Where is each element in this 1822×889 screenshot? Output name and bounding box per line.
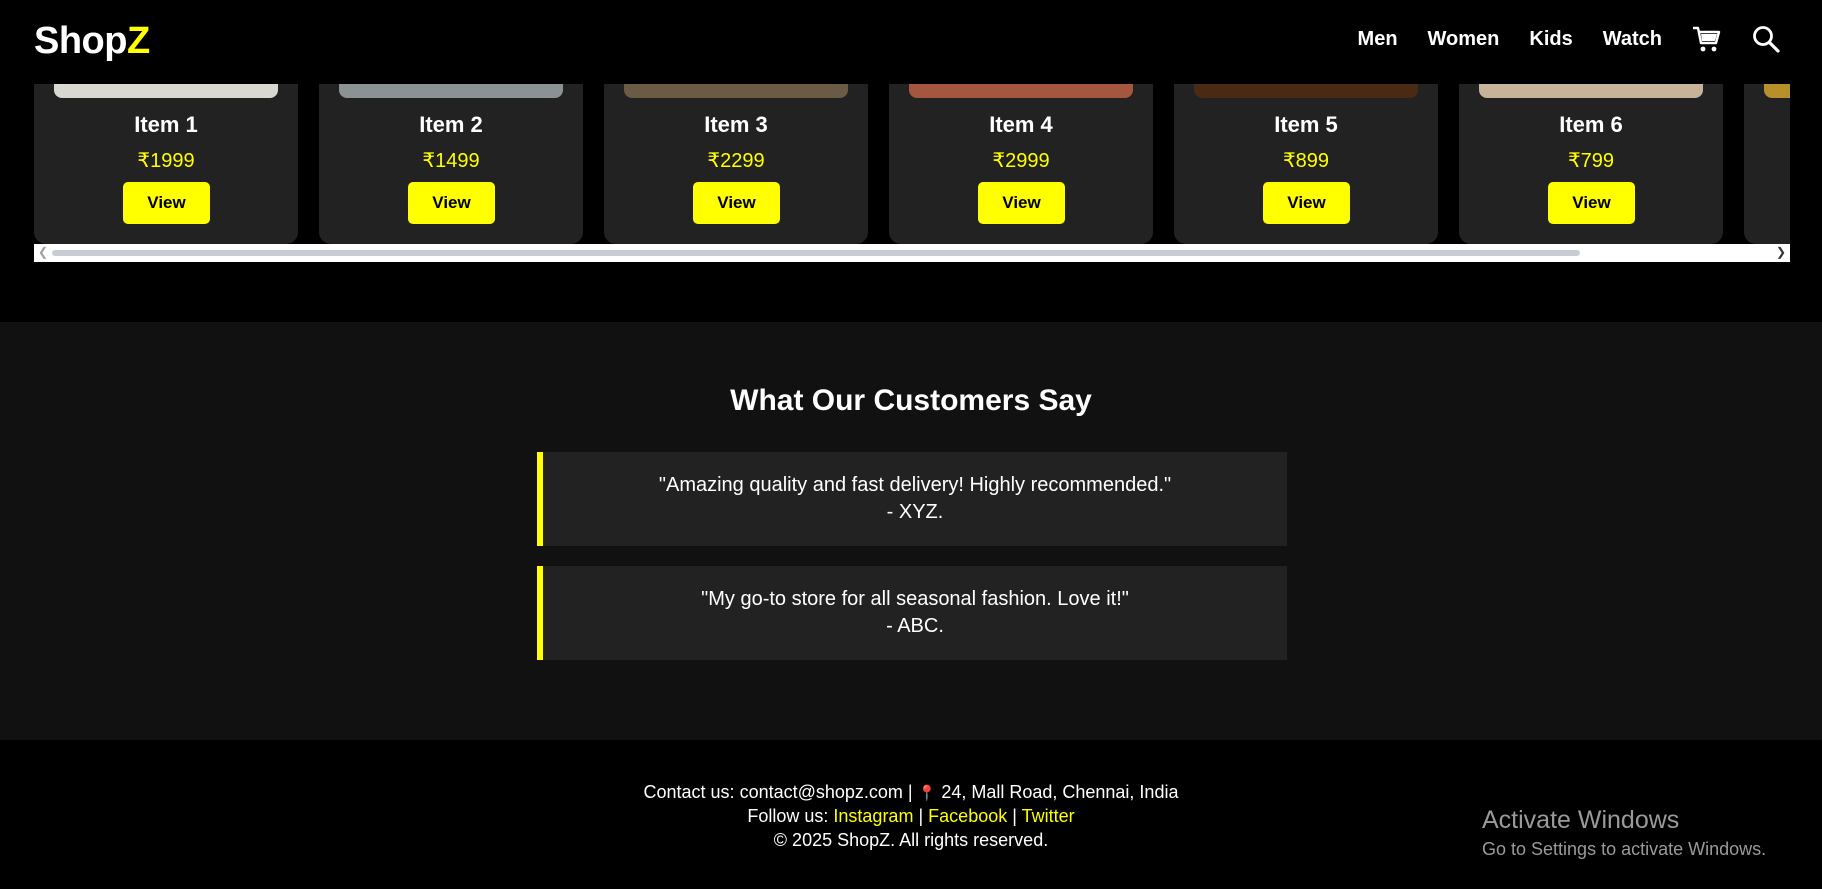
testimonial-card: "Amazing quality and fast delivery! High…: [537, 452, 1287, 546]
view-button[interactable]: View: [1548, 182, 1635, 224]
product-name: Item 2: [419, 112, 483, 137]
contact-text: Contact us: contact@shopz.com |: [643, 782, 913, 802]
product-price: ₹2299: [707, 150, 765, 172]
product-card: Item 2 ₹1499 View: [319, 84, 583, 244]
cart-icon[interactable]: [1690, 23, 1722, 55]
product-card: Item 1 ₹1999 View: [34, 84, 298, 244]
scroll-left-icon[interactable]: ❮: [38, 245, 48, 259]
logo-accent: Z: [126, 20, 150, 62]
product-image: [624, 84, 848, 98]
contact-line: Contact us: contact@shopz.com | 📍 24, Ma…: [0, 782, 1822, 803]
product-image: [1479, 84, 1703, 98]
nav-women[interactable]: Women: [1428, 28, 1500, 51]
scroll-right-icon[interactable]: ❯: [1776, 245, 1786, 259]
separator: |: [1012, 806, 1017, 826]
windows-activation-watermark: Activate Windows Go to Settings to activ…: [1482, 806, 1766, 860]
product-name: Item 5: [1274, 112, 1338, 137]
product-card: Item 5 ₹899 View: [1174, 84, 1438, 244]
product-price: ₹1499: [422, 150, 480, 172]
view-button[interactable]: View: [1263, 182, 1350, 224]
nav-watch[interactable]: Watch: [1603, 28, 1662, 51]
follow-label: Follow us:: [747, 806, 829, 826]
product-card-partial: [1744, 84, 1790, 244]
testimonials-section: What Our Customers Say "Amazing quality …: [0, 322, 1822, 740]
product-card: Item 3 ₹2299 View: [604, 84, 868, 244]
site-header: ShopZ Men Women Kids Watch: [0, 0, 1822, 84]
product-price: ₹799: [1567, 150, 1615, 172]
testimonial-author: - XYZ.: [886, 501, 944, 523]
address-text: 24, Mall Road, Chennai, India: [941, 782, 1179, 802]
product-name: Item 1: [134, 112, 198, 137]
search-icon[interactable]: [1750, 23, 1782, 55]
product-image: [339, 84, 563, 98]
product-card: Item 6 ₹799 View: [1459, 84, 1723, 244]
nav-men[interactable]: Men: [1358, 28, 1398, 51]
separator: |: [918, 806, 924, 826]
view-button[interactable]: View: [978, 182, 1065, 224]
product-name: Item 6: [1559, 112, 1623, 137]
product-card: Item 4 ₹2999 View: [889, 84, 1153, 244]
testimonial-quote: "Amazing quality and fast delivery! High…: [658, 474, 1172, 496]
watermark-subtitle: Go to Settings to activate Windows.: [1482, 839, 1767, 859]
product-image: [54, 84, 278, 98]
testimonial-quote: "My go-to store for all seasonal fashion…: [701, 588, 1129, 610]
carousel-scrollbar[interactable]: ❮ ❯: [34, 244, 1790, 262]
scrollbar-thumb[interactable]: [52, 250, 1580, 256]
view-button[interactable]: View: [408, 182, 495, 224]
watermark-title: Activate Windows: [1482, 806, 1680, 834]
instagram-link[interactable]: Instagram: [833, 806, 913, 826]
main-nav: Men Women Kids Watch: [1358, 20, 1782, 58]
product-image: [1194, 84, 1418, 98]
product-price: ₹1999: [137, 150, 195, 172]
logo[interactable]: ShopZ: [34, 20, 150, 63]
nav-kids[interactable]: Kids: [1529, 28, 1572, 51]
location-pin-icon: 📍: [917, 785, 937, 802]
twitter-link[interactable]: Twitter: [1022, 806, 1075, 826]
facebook-link[interactable]: Facebook: [928, 806, 1007, 826]
product-name: Item 3: [704, 112, 768, 137]
testimonials-heading: What Our Customers Say: [730, 384, 1092, 417]
product-price: ₹899: [1282, 150, 1330, 172]
view-button[interactable]: View: [123, 182, 210, 224]
testimonial-card: "My go-to store for all seasonal fashion…: [537, 566, 1287, 660]
product-carousel[interactable]: Item 1 ₹1999 View Item 2 ₹1499 View Item…: [34, 84, 1790, 244]
logo-text: Shop: [34, 20, 127, 62]
view-button[interactable]: View: [693, 182, 780, 224]
product-price: ₹2999: [992, 150, 1050, 172]
product-image: [1764, 84, 1790, 98]
product-image: [909, 84, 1133, 98]
testimonial-author: - ABC.: [886, 615, 944, 637]
product-name: Item 4: [989, 112, 1053, 137]
